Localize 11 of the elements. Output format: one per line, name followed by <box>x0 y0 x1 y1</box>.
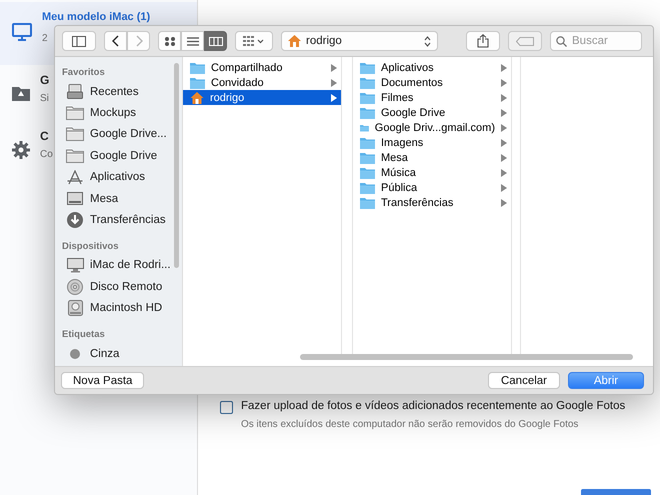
section-heading: Etiquetas <box>62 328 106 340</box>
option-label: Fazer upload de fotos e vídeos adicionados recentemente ao Google Fotos <box>241 400 626 412</box>
item-title: C <box>40 129 49 143</box>
item-subtitle: Si <box>40 93 49 104</box>
item-title: Meu modelo iMac (1) <box>42 11 150 23</box>
item-subtitle: Co <box>40 149 53 160</box>
item-title: G <box>40 73 50 87</box>
section-heading: Dispositivos <box>62 240 120 252</box>
item-subtitle: 2 <box>42 33 48 44</box>
option-hint: Os itens excluídos deste computador não serão removidos do Google Fotos <box>241 419 580 430</box>
section-heading: Favoritos <box>62 67 106 78</box>
